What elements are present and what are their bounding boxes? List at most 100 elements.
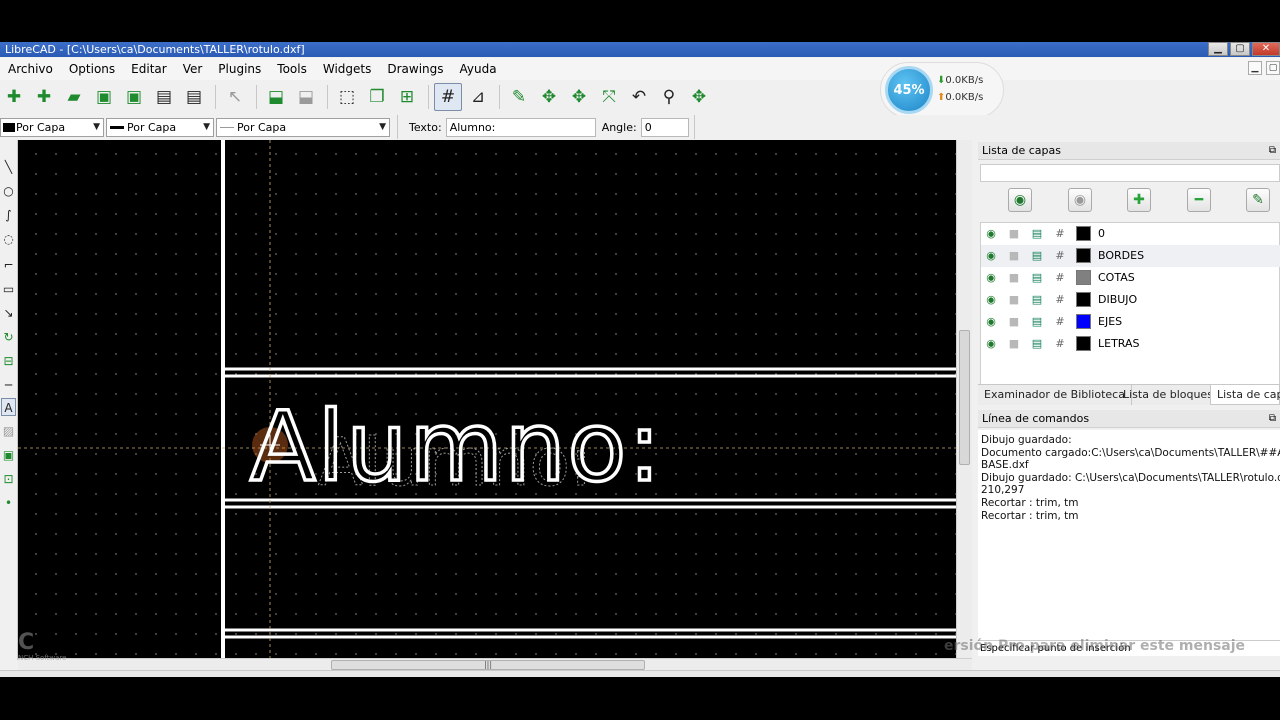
zoom-auto-icon[interactable]: ⤧: [595, 83, 623, 111]
layer-row[interactable]: ◉ ■ ▤ # 0: [981, 223, 1280, 245]
block-tool-icon[interactable]: ⊡: [1, 470, 16, 488]
drawing-canvas[interactable]: Alumno: Alumno:: [18, 140, 956, 658]
color-combo[interactable]: Por Capa ▼: [0, 117, 104, 137]
angle-input[interactable]: 0: [640, 117, 689, 137]
layer-filter-input[interactable]: [980, 164, 1280, 182]
select-pointer-icon[interactable]: ↖: [221, 83, 249, 111]
lock-icon[interactable]: ■: [1006, 314, 1022, 330]
layer-color-swatch[interactable]: [1076, 270, 1091, 285]
layer-row[interactable]: ◉ ■ ▤ # EJES: [981, 311, 1280, 333]
construction-icon[interactable]: #: [1052, 226, 1068, 242]
edit-layer-icon[interactable]: ✎: [1246, 188, 1270, 212]
select-tool-icon[interactable]: ▭: [1, 280, 16, 298]
print-icon[interactable]: ▤: [1029, 226, 1045, 242]
scrollbar-thumb[interactable]: |||: [331, 660, 645, 670]
vertical-scrollbar[interactable]: [956, 140, 972, 658]
print-icon[interactable]: ▤: [1029, 336, 1045, 352]
menu-ver[interactable]: Ver: [175, 58, 211, 80]
info-tool-icon[interactable]: ⊟: [1, 352, 16, 370]
remove-layer-icon[interactable]: ━: [1187, 188, 1211, 212]
layer-color-swatch[interactable]: [1076, 314, 1091, 329]
construction-icon[interactable]: #: [1052, 292, 1068, 308]
lock-icon[interactable]: ■: [1006, 226, 1022, 242]
print-icon[interactable]: ▤: [1029, 292, 1045, 308]
print-preview-icon[interactable]: ▤: [180, 83, 208, 111]
doc-minimize-button[interactable]: ▁: [1248, 61, 1262, 75]
lock-icon[interactable]: ■: [1006, 248, 1022, 264]
zoom-previous-icon[interactable]: ↶: [625, 83, 653, 111]
modify-tool-icon[interactable]: ↻: [1, 328, 16, 346]
scrollbar-thumb[interactable]: [959, 330, 970, 465]
line-width-combo[interactable]: Por Capa ▼: [106, 117, 214, 137]
menu-tools[interactable]: Tools: [269, 58, 315, 80]
print-icon[interactable]: ▤: [150, 83, 178, 111]
menu-drawings[interactable]: Drawings: [379, 58, 451, 80]
zoom-out-icon[interactable]: ✥: [565, 83, 593, 111]
redo-icon[interactable]: ⬓: [292, 83, 320, 111]
menu-options[interactable]: Options: [61, 58, 123, 80]
maximize-button[interactable]: ▢: [1230, 42, 1250, 56]
construction-icon[interactable]: #: [1052, 314, 1068, 330]
new-from-template-icon[interactable]: ✚: [30, 83, 58, 111]
print-icon[interactable]: ▤: [1029, 270, 1045, 286]
redraw-icon[interactable]: ✎: [505, 83, 533, 111]
layer-row[interactable]: ◉ ■ ▤ # DIBUJO: [981, 289, 1280, 311]
hide-all-icon[interactable]: ◉: [1068, 188, 1092, 212]
line-type-combo[interactable]: Por Capa ▼: [216, 117, 390, 137]
layer-color-swatch[interactable]: [1076, 248, 1091, 263]
visibility-eye-icon[interactable]: ◉: [983, 270, 999, 286]
lock-icon[interactable]: ■: [1006, 292, 1022, 308]
hatch-tool-icon[interactable]: ▨: [1, 422, 16, 440]
construction-icon[interactable]: #: [1052, 336, 1068, 352]
grid-toggle-icon[interactable]: #: [434, 83, 462, 111]
visibility-eye-icon[interactable]: ◉: [983, 292, 999, 308]
lock-icon[interactable]: ■: [1006, 336, 1022, 352]
show-all-icon[interactable]: ◉: [1008, 188, 1032, 212]
layer-row[interactable]: ◉ ■ ▤ # LETRAS: [981, 333, 1280, 355]
tab-library-browser[interactable]: Examinador de Biblioteca: [978, 385, 1132, 405]
tab-block-list[interactable]: Lista de bloques: [1117, 385, 1220, 405]
zoom-window-icon[interactable]: ⚲: [655, 83, 683, 111]
layer-color-swatch[interactable]: [1076, 336, 1091, 351]
construction-icon[interactable]: #: [1052, 270, 1068, 286]
menu-ayuda[interactable]: Ayuda: [452, 58, 505, 80]
save-as-icon[interactable]: ▣: [120, 83, 148, 111]
visibility-eye-icon[interactable]: ◉: [983, 248, 999, 264]
float-icon[interactable]: ⧉: [1269, 410, 1276, 428]
visibility-eye-icon[interactable]: ◉: [983, 226, 999, 242]
open-folder-icon[interactable]: ▰: [60, 83, 88, 111]
minimize-button[interactable]: ▁: [1208, 42, 1228, 56]
add-layer-icon[interactable]: ✚: [1127, 188, 1151, 212]
layer-row[interactable]: ◉ ■ ▤ # BORDES: [981, 245, 1280, 267]
undo-icon[interactable]: ⬓: [262, 83, 290, 111]
ellipse-tool-icon[interactable]: ◌: [1, 230, 16, 248]
layer-color-swatch[interactable]: [1076, 292, 1091, 307]
visibility-eye-icon[interactable]: ◉: [983, 336, 999, 352]
float-icon[interactable]: ⧉: [1269, 142, 1276, 160]
layer-row[interactable]: ◉ ■ ▤ # COTAS: [981, 267, 1280, 289]
visibility-eye-icon[interactable]: ◉: [983, 314, 999, 330]
draft-mode-icon[interactable]: ⊿: [464, 83, 492, 111]
menu-editar[interactable]: Editar: [123, 58, 175, 80]
point-tool-icon[interactable]: •: [1, 494, 16, 512]
circle-tool-icon[interactable]: ○: [1, 182, 16, 200]
line-tool-icon[interactable]: ╲: [1, 158, 16, 176]
new-file-icon[interactable]: ✚: [0, 83, 28, 111]
save-icon[interactable]: ▣: [90, 83, 118, 111]
menu-plugins[interactable]: Plugins: [210, 58, 269, 80]
cut-icon[interactable]: ⬚: [333, 83, 361, 111]
doc-restore-button[interactable]: ▢: [1266, 61, 1280, 75]
paste-icon[interactable]: ⊞: [393, 83, 421, 111]
layer-color-swatch[interactable]: [1076, 226, 1091, 241]
polyline-tool-icon[interactable]: ⌐: [1, 256, 16, 274]
zoom-pan-icon[interactable]: ✥: [685, 83, 713, 111]
image-tool-icon[interactable]: ▣: [1, 446, 16, 464]
close-button[interactable]: ✕: [1252, 42, 1280, 56]
zoom-in-icon[interactable]: ✥: [535, 83, 563, 111]
curve-tool-icon[interactable]: ∫: [1, 206, 16, 224]
lock-icon[interactable]: ■: [1006, 270, 1022, 286]
print-icon[interactable]: ▤: [1029, 248, 1045, 264]
print-icon[interactable]: ▤: [1029, 314, 1045, 330]
dimension-tool-icon[interactable]: ↘: [1, 304, 16, 322]
horizontal-scrollbar[interactable]: |||: [18, 658, 972, 670]
